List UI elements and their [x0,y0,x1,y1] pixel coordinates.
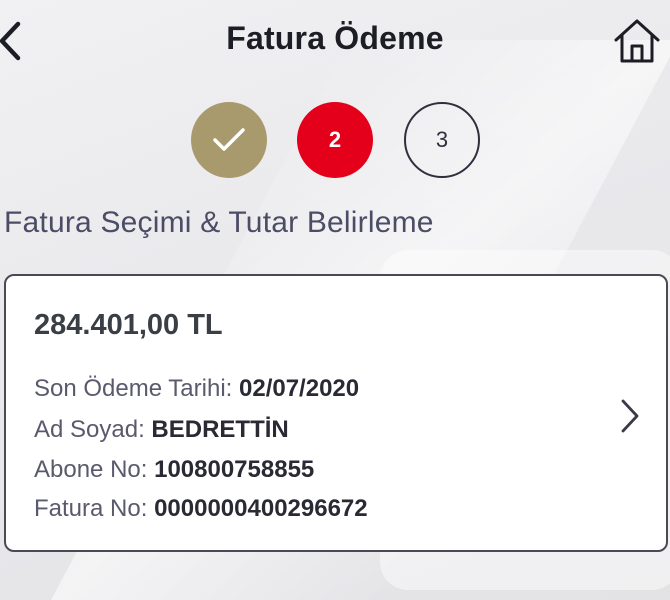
home-icon [614,19,660,63]
step-2-active: 2 [297,102,373,178]
invoice-no-label: Fatura No: [34,495,148,522]
subscriber-row: Abone No: 100800758855 [34,456,314,484]
chevron-right-icon [621,399,639,433]
due-date-label: Son Ödeme Tarihi: [34,375,233,402]
step-indicator: 2 3 [0,102,670,180]
page-title: Fatura Ödeme [226,20,444,56]
subscriber-value: 100800758855 [154,456,315,483]
invoice-no-value: 0000000400296672 [154,495,368,522]
invoice-no-row: Fatura No: 0000000400296672 [34,495,368,523]
due-date-value: 02/07/2020 [239,375,360,402]
name-label: Ad Soyad: [34,416,145,443]
invoice-card[interactable]: 284.401,00 TL Son Ödeme Tarihi: 02/07/20… [4,274,668,552]
due-date-row: Son Ödeme Tarihi: 02/07/2020 [34,375,359,403]
check-icon [213,128,245,151]
header: Fatura Ödeme [0,0,670,82]
invoice-amount: 284.401,00 TL [34,309,223,341]
subscriber-label: Abone No: [34,456,148,483]
name-row: Ad Soyad: BEDRETTİN [34,416,289,444]
step-1-completed [191,102,267,178]
name-value: BEDRETTİN [151,416,289,443]
section-title: Fatura Seçimi & Tutar Belirleme [4,206,434,239]
home-button[interactable] [612,16,662,66]
step-3-pending: 3 [404,102,480,178]
